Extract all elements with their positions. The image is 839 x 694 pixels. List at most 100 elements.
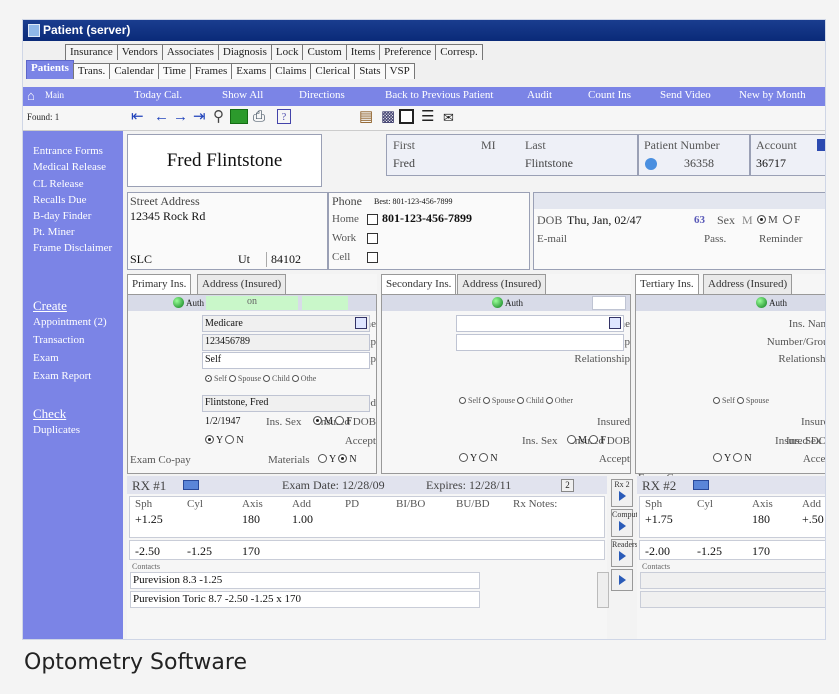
email-icon[interactable]: ✉ — [443, 110, 454, 125]
form-view-icon[interactable] — [399, 109, 414, 124]
computer-rx-button[interactable]: Comput — [611, 509, 638, 537]
primary-relationship-radios[interactable]: Self Spouse Child Othe — [205, 374, 316, 383]
rx2-os-axis[interactable]: 170 — [752, 544, 770, 559]
tab-secondary-address[interactable]: Address (Insured) — [457, 274, 547, 294]
secondary-accept-radios[interactable]: Y N — [459, 453, 498, 464]
import-icon[interactable]: ▩ — [381, 110, 395, 125]
first-name-field[interactable]: Fred — [393, 156, 415, 171]
contacts-next-button[interactable] — [611, 569, 633, 591]
primary-materials-radios[interactable]: Y N — [318, 454, 357, 465]
dob-field[interactable]: Thu, Jan, 02/47 — [567, 213, 642, 228]
primary-insured-dob[interactable]: 1/2/1947 — [205, 416, 241, 427]
rx2-button[interactable]: Rx 2 — [611, 479, 633, 507]
new-record-icon[interactable] — [230, 109, 248, 124]
rx2-od-axis[interactable]: 180 — [752, 512, 770, 527]
sidebar-item-appointment[interactable]: Appointment (2) — [33, 316, 107, 328]
rx1-os-cyl[interactable]: -1.25 — [187, 544, 212, 559]
menu-audit[interactable]: Audit — [527, 89, 552, 101]
sidebar-item-bday-finder[interactable]: B-day Finder — [33, 210, 91, 222]
tab-trans[interactable]: Trans. — [72, 63, 111, 79]
tab-claims[interactable]: Claims — [270, 63, 312, 79]
rx1-od-add[interactable]: 1.00 — [292, 512, 313, 527]
card-icon[interactable]: ▤ — [359, 110, 373, 125]
menu-new-by-month[interactable]: New by Month — [739, 89, 806, 101]
secondary-auth[interactable]: Auth — [492, 297, 523, 308]
account-list-icon[interactable] — [817, 139, 825, 151]
primary-relationship[interactable]: Self — [205, 354, 221, 365]
rx1-os-sph[interactable]: -2.50 — [135, 544, 160, 559]
sidebar-item-pt-miner[interactable]: Pt. Miner — [33, 226, 75, 238]
street-address-field[interactable]: 12345 Rock Rd — [130, 209, 205, 224]
primary-auth[interactable]: Auth — [173, 297, 204, 308]
rx2-os-cyl[interactable]: -1.25 — [697, 544, 722, 559]
list-view-icon[interactable]: ☰ — [421, 110, 434, 125]
tab-items[interactable]: Items — [345, 44, 381, 60]
primary-ins-name[interactable]: Medicare — [205, 318, 243, 329]
rx1-od-axis[interactable]: 180 — [242, 512, 260, 527]
menu-back-previous[interactable]: Back to Previous Patient — [385, 89, 493, 101]
zip-field[interactable]: 84102 — [266, 252, 301, 267]
sidebar-item-duplicates[interactable]: Duplicates — [33, 424, 80, 436]
city-field[interactable]: SLC — [130, 252, 152, 267]
primary-number[interactable]: 123456789 — [205, 336, 250, 347]
search-icon[interactable]: ⚲ — [213, 110, 224, 125]
rx2-od-sph[interactable]: +1.75 — [645, 512, 673, 527]
menu-send-video[interactable]: Send Video — [660, 89, 711, 101]
last-name-field[interactable]: Flintstone — [525, 156, 573, 171]
tab-associates[interactable]: Associates — [161, 44, 219, 60]
primary-insured[interactable]: Flintstone, Fred — [205, 397, 268, 408]
tab-time[interactable]: Time — [158, 63, 191, 79]
rx1-os-axis[interactable]: 170 — [242, 544, 260, 559]
lookup-icon[interactable] — [645, 158, 657, 170]
sidebar-item-exam-report[interactable]: Exam Report — [33, 370, 91, 382]
primary-ins-lookup-icon[interactable] — [355, 317, 367, 329]
rx1-count[interactable]: 2 — [561, 479, 574, 492]
tab-exams[interactable]: Exams — [231, 63, 272, 79]
sidebar-create-heading[interactable]: Create — [33, 298, 67, 314]
tab-insurance[interactable]: Insurance — [65, 44, 118, 60]
sidebar-item-entrance-forms[interactable]: Entrance Forms — [33, 145, 103, 157]
state-field[interactable]: Ut — [238, 252, 250, 267]
rx2-od-add[interactable]: +.50 — [802, 512, 824, 527]
last-record-icon[interactable]: ⇥ — [193, 110, 206, 125]
sidebar-item-cl-release[interactable]: CL Release — [33, 178, 84, 190]
rx1-print-icon[interactable] — [183, 480, 199, 490]
tab-secondary-ins[interactable]: Secondary Ins. — [381, 274, 457, 294]
sidebar-item-frame-disclaimer[interactable]: Frame Disclaimer — [33, 242, 112, 254]
tab-corresp[interactable]: Corresp. — [435, 44, 483, 60]
sidebar-check-heading[interactable]: Check — [33, 406, 66, 422]
tab-lock[interactable]: Lock — [270, 44, 304, 60]
next-record-icon[interactable]: → — [173, 110, 188, 125]
sidebar-item-medical-release[interactable]: Medical Release — [33, 161, 106, 173]
print-icon[interactable]: ⎙ — [253, 110, 265, 125]
secondary-relationship-radios[interactable]: Self Spouse Child Other — [459, 396, 573, 405]
primary-ins-sex-radios[interactable]: M F — [313, 416, 352, 427]
tab-custom[interactable]: Custom — [302, 44, 347, 60]
primary-accept-radios[interactable]: Y N — [205, 435, 244, 446]
menu-directions[interactable]: Directions — [299, 89, 345, 101]
home-phone-field[interactable]: 801-123-456-7899 — [382, 211, 472, 226]
tab-vsp[interactable]: VSP — [384, 63, 415, 79]
sex-radio-group[interactable]: M F — [757, 214, 800, 226]
primary-auth-on[interactable]: on — [206, 296, 298, 310]
menu-main[interactable]: Main — [45, 90, 64, 100]
help-icon[interactable]: ? — [277, 109, 291, 124]
home-icon[interactable]: ⌂ — [27, 88, 35, 104]
tab-calendar[interactable]: Calendar — [109, 63, 160, 79]
menu-show-all[interactable]: Show All — [222, 89, 263, 101]
tab-vendors[interactable]: Vendors — [116, 44, 163, 60]
tab-tertiary-ins[interactable]: Tertiary Ins. — [635, 274, 699, 294]
work-phone-checkbox[interactable] — [367, 233, 378, 244]
readers-button[interactable]: Readers — [611, 539, 638, 567]
tab-patients[interactable]: Patients — [26, 60, 74, 79]
tertiary-accept-radios[interactable]: Y N — [713, 453, 752, 464]
sidebar-item-exam[interactable]: Exam — [33, 352, 59, 364]
cell-phone-checkbox[interactable] — [367, 252, 378, 263]
sidebar-item-transaction[interactable]: Transaction — [33, 334, 85, 346]
contacts-scrollbar[interactable] — [597, 572, 609, 608]
home-phone-checkbox[interactable] — [367, 214, 378, 225]
tab-frames[interactable]: Frames — [189, 63, 233, 79]
tab-preference[interactable]: Preference — [379, 44, 437, 60]
rx2-contact-2[interactable] — [640, 591, 825, 608]
tab-primary-ins[interactable]: Primary Ins. — [127, 274, 192, 294]
